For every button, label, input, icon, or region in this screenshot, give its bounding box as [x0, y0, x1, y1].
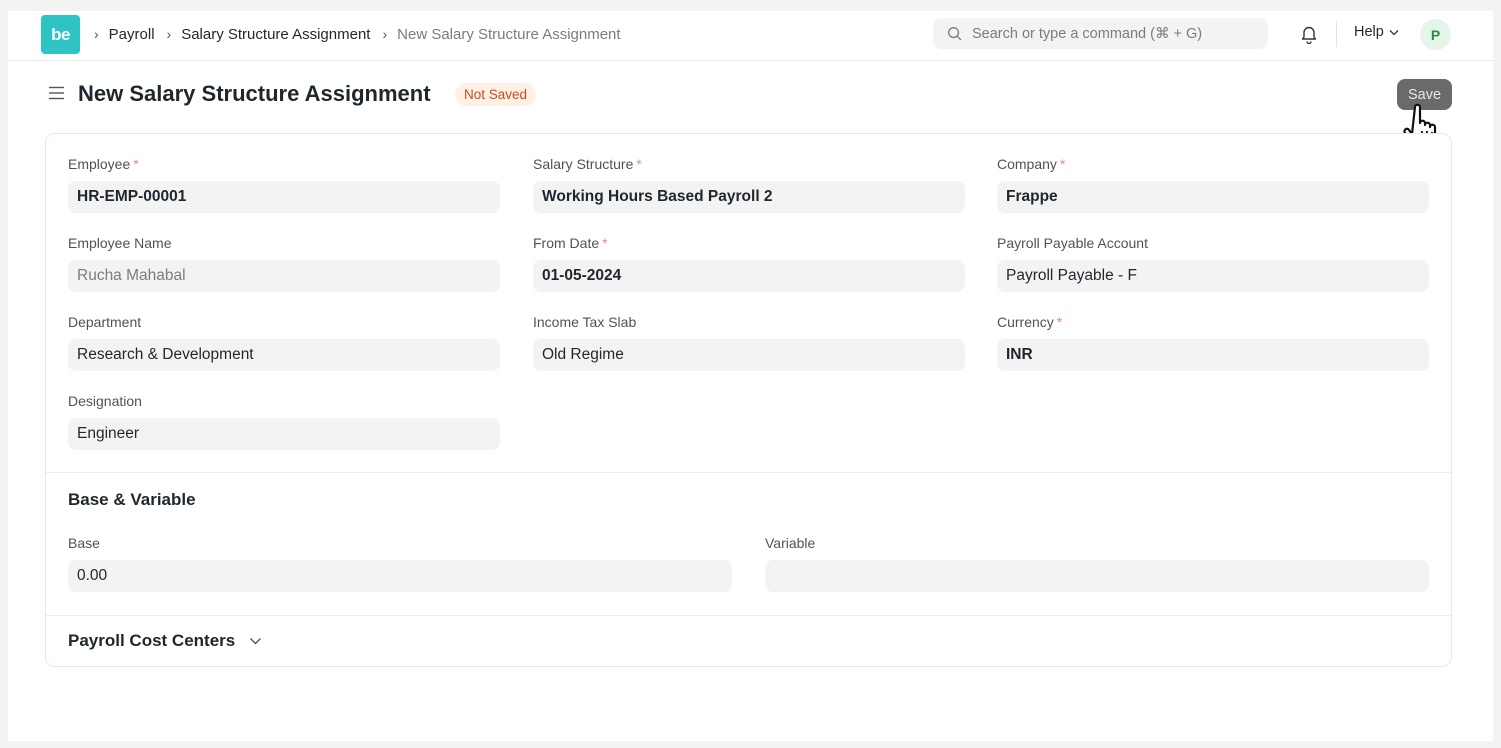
base-variable-section-title: Base & Variable [68, 490, 196, 509]
required-indicator: * [636, 156, 642, 172]
chevron-right-icon: › [166, 26, 172, 42]
help-dropdown[interactable]: Help [1354, 24, 1399, 40]
salary-structure-label: Salary Structure [533, 156, 634, 172]
sidebar-toggle-icon[interactable] [48, 86, 65, 105]
section-divider [46, 472, 1451, 473]
app-logo[interactable]: be [41, 15, 80, 54]
company-input[interactable]: Frappe [997, 181, 1429, 213]
currency-field: Currency * INR [997, 313, 1429, 371]
variable-field: Variable [765, 534, 1429, 592]
employee-name-label: Employee Name [68, 235, 172, 251]
employee-field: Employee * HR-EMP-00001 [68, 155, 500, 213]
avatar[interactable]: P [1420, 19, 1451, 50]
variable-label: Variable [765, 535, 816, 551]
payroll-cost-centers-title: Payroll Cost Centers [68, 631, 236, 650]
chevron-down-icon [1389, 29, 1399, 35]
base-label: Base [68, 535, 100, 551]
search-input[interactable]: Search or type a command (⌘ + G) [933, 18, 1268, 49]
employee-input[interactable]: HR-EMP-00001 [68, 181, 500, 213]
breadcrumb: › Payroll › Salary Structure Assignment … [92, 11, 621, 57]
help-label: Help [1354, 24, 1384, 40]
salary-structure-input[interactable]: Working Hours Based Payroll 2 [533, 181, 965, 213]
required-indicator: * [1056, 314, 1063, 330]
from-date-field: From Date * 01-05-2024 [533, 234, 965, 292]
base-input[interactable]: 0.00 [68, 560, 732, 592]
currency-label: Currency [997, 314, 1054, 330]
section-divider [46, 615, 1451, 616]
income-tax-slab-label: Income Tax Slab [533, 314, 637, 330]
designation-label: Designation [68, 393, 142, 409]
chevron-right-icon: › [382, 26, 388, 42]
employee-name-field: Employee Name Rucha Mahabal [68, 234, 500, 292]
company-label: Company [997, 156, 1057, 172]
chevron-down-icon [250, 638, 262, 645]
search-icon [948, 27, 962, 41]
company-field: Company * Frappe [997, 155, 1429, 213]
page-title: New Salary Structure Assignment [78, 81, 431, 106]
required-indicator: * [602, 235, 608, 251]
payroll-payable-account-label: Payroll Payable Account [997, 235, 1148, 251]
form-card: Employee * HR-EMP-00001 Employee Name Ruc… [45, 133, 1452, 667]
salary-structure-field: Salary Structure * Working Hours Based Pa… [533, 155, 965, 213]
breadcrumb-current: New Salary Structure Assignment [397, 25, 621, 43]
required-indicator: * [1059, 156, 1066, 172]
variable-input[interactable] [765, 560, 1429, 592]
navbar-divider [1336, 21, 1337, 47]
status-badge: Not Saved [455, 83, 537, 106]
employee-label: Employee [68, 156, 131, 172]
department-input[interactable]: Research & Development [68, 339, 500, 371]
payroll-payable-account-field: Payroll Payable Account Payroll Payable … [997, 234, 1429, 292]
designation-input[interactable]: Engineer [68, 418, 500, 450]
breadcrumb-salary-structure-assignment[interactable]: Salary Structure Assignment [181, 26, 370, 43]
income-tax-slab-input[interactable]: Old Regime [533, 339, 965, 371]
base-field: Base 0.00 [68, 534, 732, 592]
chevron-right-icon: › [94, 26, 99, 42]
employee-name-input: Rucha Mahabal [68, 260, 500, 292]
bell-icon[interactable] [1300, 24, 1318, 49]
from-date-input[interactable]: 01-05-2024 [533, 260, 965, 292]
required-indicator: * [133, 156, 139, 172]
designation-field: Designation Engineer [68, 392, 500, 450]
from-date-label: From Date [533, 235, 600, 251]
department-label: Department [68, 314, 142, 330]
payroll-payable-account-input[interactable]: Payroll Payable - F [997, 260, 1429, 292]
app-window: be › Payroll › Salary Structure Assignme… [8, 11, 1493, 741]
search-placeholder: Search or type a command (⌘ + G) [972, 25, 1203, 42]
department-field: Department Research & Development [68, 313, 500, 371]
currency-input[interactable]: INR [997, 339, 1429, 371]
navbar: be › Payroll › Salary Structure Assignme… [8, 11, 1493, 61]
breadcrumb-payroll[interactable]: Payroll [109, 26, 155, 43]
income-tax-slab-field: Income Tax Slab Old Regime [533, 313, 965, 371]
payroll-cost-centers-toggle[interactable]: Payroll Cost Centers [68, 631, 262, 651]
